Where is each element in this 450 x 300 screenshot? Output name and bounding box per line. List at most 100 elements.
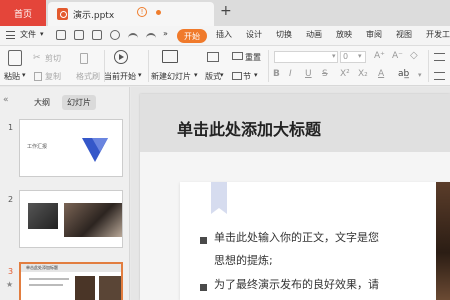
layout-dropdown-icon[interactable]: ▾ — [220, 71, 224, 79]
thumbnail-photo — [64, 203, 122, 237]
print-preview-icon[interactable] — [110, 30, 120, 40]
superscript-button[interactable]: X² — [340, 69, 350, 79]
copy-button[interactable]: 复制 — [45, 71, 61, 82]
clear-format-icon[interactable]: ◇ — [410, 50, 418, 61]
tab-review[interactable]: 审阅 — [366, 29, 382, 40]
tab-design[interactable]: 设计 — [246, 29, 262, 40]
collapse-panel-icon[interactable]: « — [3, 95, 9, 105]
slide-editor: 单击此处添加大标题 单击此处输入你的正文，文字是您 思想的提炼; 为了最终演示发… — [131, 87, 450, 300]
slide-photo — [436, 182, 450, 300]
current-slide[interactable]: 单击此处添加大标题 单击此处输入你的正文，文字是您 思想的提炼; 为了最终演示发… — [140, 94, 450, 300]
tab-animations[interactable]: 动画 — [306, 29, 322, 40]
thumbnail-photo — [99, 276, 121, 300]
text-highlight-button[interactable]: ab̲ — [398, 69, 409, 79]
copy-icon[interactable] — [34, 72, 42, 81]
thumbnail-caption: 工作汇报 — [27, 144, 48, 150]
tab-bar: 首页 演示.pptx ! + — [0, 0, 450, 26]
slide-number: 1 — [8, 123, 14, 132]
bold-button[interactable]: B — [273, 69, 280, 79]
tab-insert[interactable]: 插入 — [216, 29, 232, 40]
thumbnail-text-line — [29, 278, 69, 280]
cut-button[interactable]: 剪切 — [45, 53, 61, 64]
section-icon[interactable] — [232, 72, 242, 80]
undo-icon[interactable] — [128, 33, 138, 39]
font-name-combobox[interactable] — [274, 51, 338, 63]
bullet-list-icon[interactable] — [434, 53, 445, 61]
star-icon: ★ — [6, 280, 14, 289]
tab-start[interactable]: 开始 — [177, 29, 207, 43]
increase-font-icon[interactable]: A⁺ — [374, 51, 385, 61]
chevron-down-icon[interactable]: ▾ — [40, 30, 44, 38]
print-icon[interactable] — [92, 30, 102, 40]
new-slide-icon[interactable] — [162, 50, 178, 63]
tab-outline[interactable]: 大纲 — [34, 97, 50, 108]
redo-icon[interactable] — [146, 33, 156, 39]
layout-icon[interactable] — [207, 52, 219, 62]
slide-title-placeholder[interactable]: 单击此处添加大标题 — [177, 116, 321, 140]
triangle-graphic-icon — [82, 138, 108, 162]
tab-slideshow[interactable]: 放映 — [336, 29, 352, 40]
export-pdf-icon[interactable] — [74, 30, 84, 40]
strikethrough-button[interactable]: S — [322, 69, 328, 79]
body-text-line[interactable]: 为了最终演示发布的良好效果，请 — [214, 274, 379, 296]
tab-transitions[interactable]: 切换 — [276, 29, 292, 40]
ribbon-toolbar: 粘贴 ▾ ✂ 剪切 复制 格式刷 当前开始 ▾ 新建幻灯片 ▾ 版式 ▾ 重置 … — [0, 46, 450, 86]
paste-dropdown-icon[interactable]: ▾ — [22, 71, 26, 79]
menu-bar: 文件 ▾ » 开始 插入 设计 切换 动画 放映 审阅 视图 开发工 — [0, 26, 450, 46]
ribbon-divider — [148, 50, 149, 82]
subscript-button[interactable]: X₂ — [358, 69, 368, 79]
home-tab[interactable]: 首页 — [0, 0, 46, 26]
section-dropdown-icon[interactable]: ▾ — [254, 71, 258, 79]
bookmark-icon — [211, 182, 227, 214]
tab-developer[interactable]: 开发工 — [426, 29, 450, 40]
tab-slides[interactable]: 幻灯片 — [62, 95, 96, 110]
reset-icon[interactable] — [232, 52, 243, 60]
more-icon[interactable]: » — [163, 29, 168, 38]
new-slide-dropdown-icon[interactable]: ▾ — [194, 71, 198, 79]
slide-number: 2 — [8, 195, 14, 204]
hamburger-menu-icon[interactable] — [6, 31, 15, 39]
section-button[interactable]: 节 — [243, 71, 251, 82]
format-painter-button[interactable]: 格式刷 — [76, 71, 100, 82]
thumbnail-text-line — [29, 284, 63, 286]
play-from-current-button[interactable]: 当前开始 — [104, 71, 136, 82]
presentation-file-icon — [57, 8, 68, 20]
save-icon[interactable] — [56, 30, 66, 40]
unsaved-indicator-icon — [156, 10, 161, 15]
bullet-icon — [200, 284, 207, 291]
layout-button[interactable]: 版式 — [205, 71, 221, 82]
slide-number: 3 — [8, 267, 14, 276]
decrease-font-icon[interactable]: A⁻ — [392, 51, 403, 61]
scissors-icon[interactable]: ✂ — [33, 53, 41, 63]
italic-button[interactable]: I — [289, 69, 292, 79]
body-text-line[interactable]: 思想的提炼; — [214, 250, 273, 272]
font-name-dropdown-icon[interactable]: ▾ — [332, 52, 336, 60]
thumbnail-photo — [28, 203, 58, 229]
tab-view[interactable]: 视图 — [396, 29, 412, 40]
slide-panel: « 大纲 幻灯片 1 工作汇报 2 3 ★ 单击此处添加标题 — [0, 87, 130, 300]
reset-button[interactable]: 重置 — [245, 52, 261, 63]
paste-icon[interactable] — [8, 50, 22, 66]
play-dropdown-icon[interactable]: ▾ — [138, 71, 142, 79]
bullet-icon — [200, 237, 207, 244]
slide-thumbnail-2[interactable] — [19, 190, 123, 248]
new-tab-button[interactable]: + — [220, 3, 232, 19]
highlight-dropdown-icon[interactable]: ▾ — [418, 71, 422, 79]
document-tab[interactable]: 演示.pptx — [48, 2, 214, 26]
body-text-line[interactable]: 单击此处输入你的正文，文字是您 — [214, 227, 379, 249]
slide-thumbnail-1[interactable]: 工作汇报 — [19, 119, 123, 177]
underline-button[interactable]: U — [305, 69, 312, 79]
align-left-icon[interactable] — [434, 72, 445, 80]
slide-thumbnail-3[interactable]: 单击此处添加标题 — [19, 262, 123, 300]
paste-button[interactable]: 粘贴 — [4, 71, 20, 82]
format-painter-icon[interactable] — [80, 53, 88, 64]
font-size-dropdown-icon[interactable]: ▾ — [358, 52, 362, 60]
file-menu[interactable]: 文件 — [20, 29, 36, 40]
document-title: 演示.pptx — [73, 10, 115, 21]
new-slide-button[interactable]: 新建幻灯片 — [151, 71, 191, 82]
ribbon-divider — [428, 50, 429, 82]
font-color-button[interactable]: A — [378, 69, 384, 79]
status-badge[interactable]: ! — [137, 7, 147, 17]
thumbnail-photo — [75, 276, 95, 300]
thumbnail-caption: 单击此处添加标题 — [26, 265, 58, 270]
